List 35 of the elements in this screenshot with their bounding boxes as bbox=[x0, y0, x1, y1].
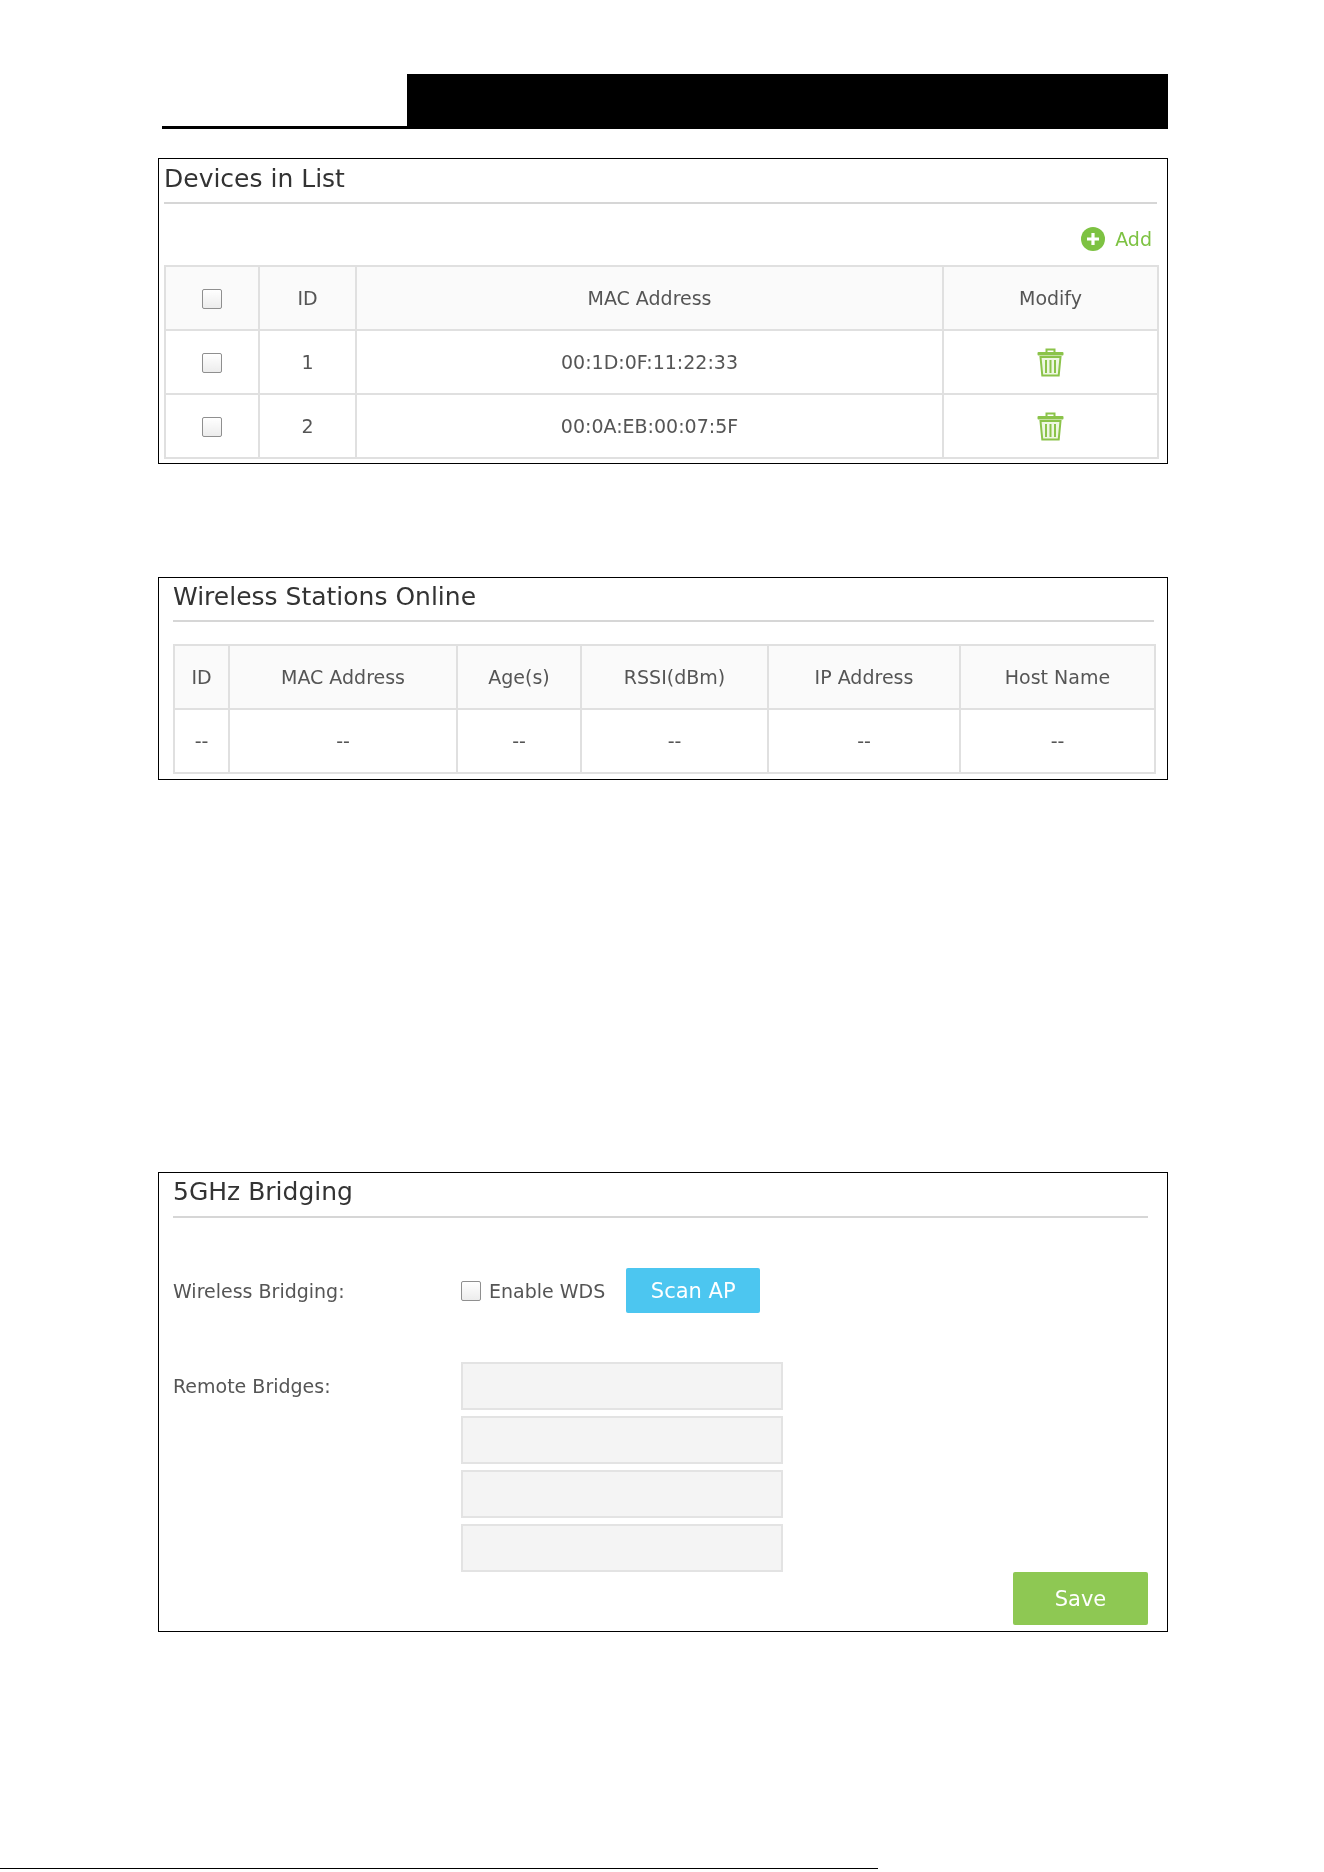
table-header-cell: Modify bbox=[943, 266, 1158, 330]
panel-title: 5GHz Bridging bbox=[173, 1177, 354, 1207]
trash-icon[interactable] bbox=[1037, 411, 1064, 441]
panel-title: Devices in List bbox=[164, 164, 346, 194]
table-header-cell: RSSI(dBm) bbox=[581, 645, 768, 709]
table-header-cell: ID bbox=[174, 645, 229, 709]
checkbox[interactable] bbox=[202, 353, 222, 374]
checkbox[interactable] bbox=[202, 417, 222, 438]
add-button[interactable]: Add bbox=[1081, 225, 1157, 253]
panel-title: Wireless Stations Online bbox=[173, 582, 478, 612]
trash-icon[interactable] bbox=[1037, 347, 1064, 377]
table-cell: -- bbox=[229, 709, 457, 773]
field-label: Wireless Bridging: bbox=[173, 1279, 346, 1302]
checkbox[interactable] bbox=[202, 289, 222, 310]
plus-circle-icon bbox=[1081, 227, 1106, 251]
table-header-cell: Host Name bbox=[960, 645, 1155, 709]
table-header-cell: MAC Address bbox=[356, 266, 943, 330]
table-cell: -- bbox=[960, 709, 1155, 773]
table-cell: -- bbox=[768, 709, 960, 773]
table-header-cell: ID bbox=[259, 266, 356, 330]
scan-ap-button[interactable]: Scan AP bbox=[626, 1268, 761, 1313]
field-label: Remote Bridges: bbox=[173, 1374, 332, 1399]
checkbox-label[interactable]: Enable WDS bbox=[489, 1279, 606, 1302]
table-cell: 1 bbox=[259, 330, 356, 394]
table-header-cell: IP Address bbox=[768, 645, 960, 709]
table-cell: 00:0A:EB:00:07:5F bbox=[356, 394, 943, 458]
checkbox[interactable] bbox=[461, 1280, 481, 1301]
table-header-cell: Age(s) bbox=[457, 645, 581, 709]
table-cell: 00:1D:0F:11:22:33 bbox=[356, 330, 943, 394]
table-cell: -- bbox=[174, 709, 229, 773]
table-cell: -- bbox=[581, 709, 768, 773]
table-cell: -- bbox=[457, 709, 581, 773]
table-header-cell: MAC Address bbox=[229, 645, 457, 709]
table-cell: 2 bbox=[259, 394, 356, 458]
save-button[interactable]: Save bbox=[1013, 1572, 1148, 1625]
